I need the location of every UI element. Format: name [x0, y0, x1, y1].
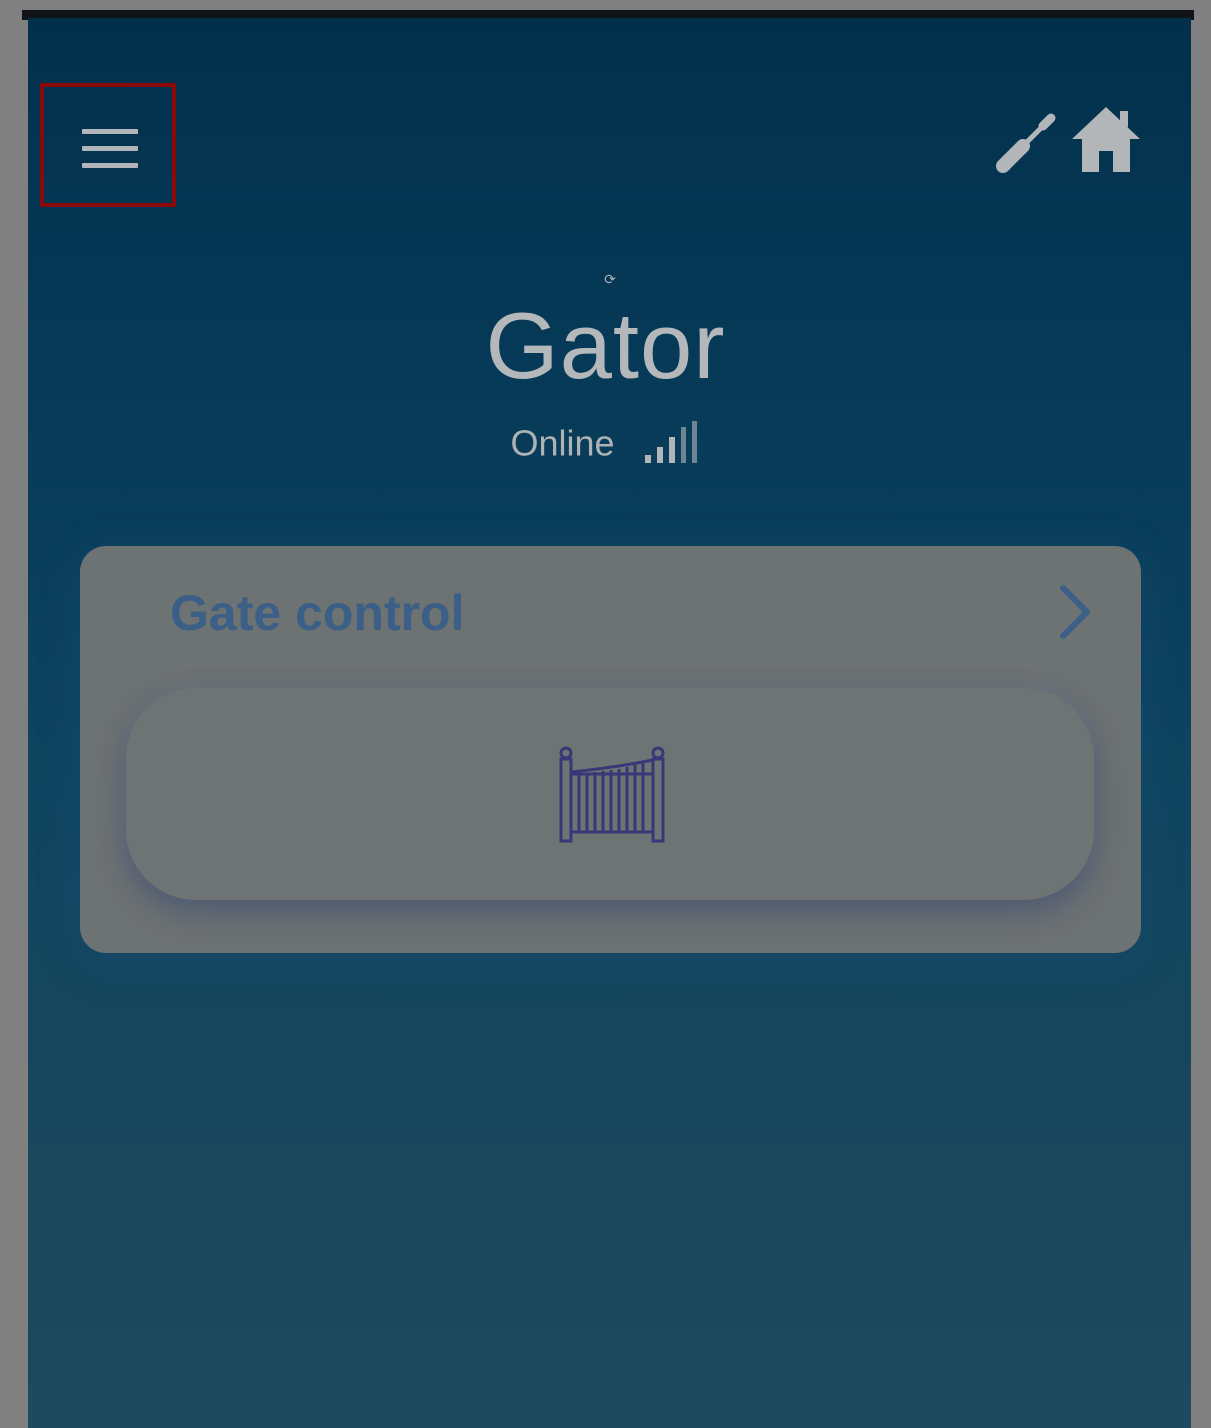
connection-status: Online [0, 420, 1211, 465]
gate-icon [557, 746, 667, 844]
hamburger-menu-icon-bar [82, 163, 138, 168]
screwdriver-icon[interactable] [995, 112, 1059, 176]
refresh-icon[interactable]: ⟳ [601, 270, 619, 288]
gate-toggle-button[interactable] [126, 688, 1094, 900]
hamburger-menu-icon [82, 129, 138, 134]
gate-control-card: Gate control [80, 546, 1141, 953]
signal-strength-icon [641, 421, 701, 465]
hamburger-menu-icon-bar [82, 146, 138, 151]
home-icon[interactable] [1070, 105, 1142, 175]
menu-button[interactable] [78, 125, 142, 173]
status-text: Online [510, 422, 615, 464]
chevron-right-icon[interactable] [1055, 584, 1095, 640]
device-name: Gator [485, 293, 726, 398]
card-title[interactable]: Gate control [170, 584, 464, 642]
